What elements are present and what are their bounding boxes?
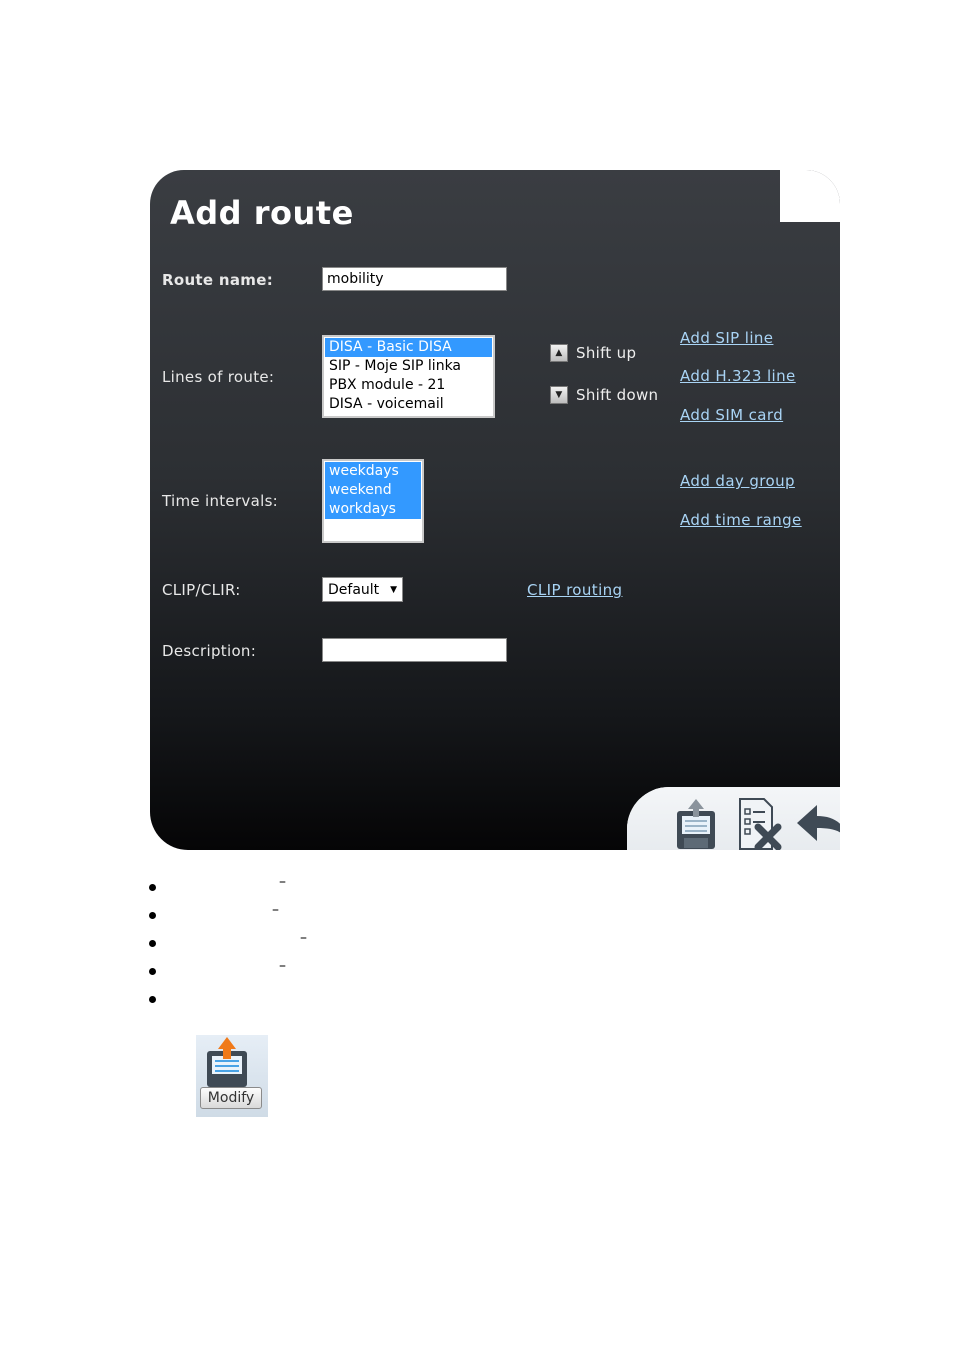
shift-down-label: Shift down [576,386,659,404]
add-h323-line-link[interactable]: Add H.323 line [680,367,796,385]
bullet-dot [149,884,156,891]
line-option[interactable]: PBX module - 21 [325,376,492,395]
bullet-dot [149,968,156,975]
time-intervals-label: Time intervals: [162,492,279,510]
lines-of-route-listbox[interactable]: DISA - Basic DISA SIP - Moje SIP linka P… [322,335,495,418]
add-time-range-link[interactable]: Add time range [680,511,802,529]
shift-up-button[interactable]: ▲ Shift up [550,344,636,362]
lines-of-route-label: Lines of route: [162,368,275,386]
route-name-label: Route name: [162,271,274,289]
action-toolbar [627,787,840,850]
panel-corner-notch [780,170,840,222]
back-icon[interactable] [795,797,840,850]
time-intervals-listbox[interactable]: weekdays weekend workdays [322,459,424,543]
bullet-dot [149,912,156,919]
bullet-dot [149,940,156,947]
line-option[interactable]: SIP - Moje SIP linka [325,357,492,376]
dash-text: – [279,874,286,890]
line-option[interactable]: DISA - Basic DISA [325,338,492,357]
delete-icon[interactable] [734,797,784,850]
shift-up-label: Shift up [576,344,637,362]
clip-clir-label: CLIP/CLIR: [162,581,241,599]
modify-label: Modify [200,1087,262,1109]
add-route-dialog: Add route Route name: Lines of route: DI… [150,170,840,850]
chevron-down-icon: ▼ [390,584,397,595]
arrow-up-icon: ▲ [550,344,568,362]
time-interval-option[interactable]: workdays [325,500,421,519]
bullet-dot [149,996,156,1003]
save-icon [207,1037,247,1087]
clip-clir-select[interactable]: Default ▼ [322,577,403,602]
clip-clir-value: Default [328,581,380,598]
add-sip-line-link[interactable]: Add SIP line [680,329,773,347]
modify-button[interactable]: Modify [196,1035,268,1117]
line-option[interactable]: DISA - voicemail [325,395,492,414]
description-label: Description: [162,642,257,660]
shift-down-button[interactable]: ▼ Shift down [550,386,658,404]
clip-routing-link[interactable]: CLIP routing [527,581,622,599]
route-name-input[interactable] [322,267,507,291]
dash-text: – [272,902,279,918]
add-day-group-link[interactable]: Add day group [680,472,795,490]
time-interval-option[interactable]: weekdays [325,462,421,481]
dash-text: – [279,958,286,974]
dash-text: – [300,930,307,946]
arrow-down-icon: ▼ [550,386,568,404]
description-input[interactable] [322,638,507,662]
save-icon[interactable] [671,797,721,850]
dialog-title: Add route [170,194,354,232]
time-interval-option[interactable]: weekend [325,481,421,500]
add-sim-card-link[interactable]: Add SIM card [680,406,783,424]
